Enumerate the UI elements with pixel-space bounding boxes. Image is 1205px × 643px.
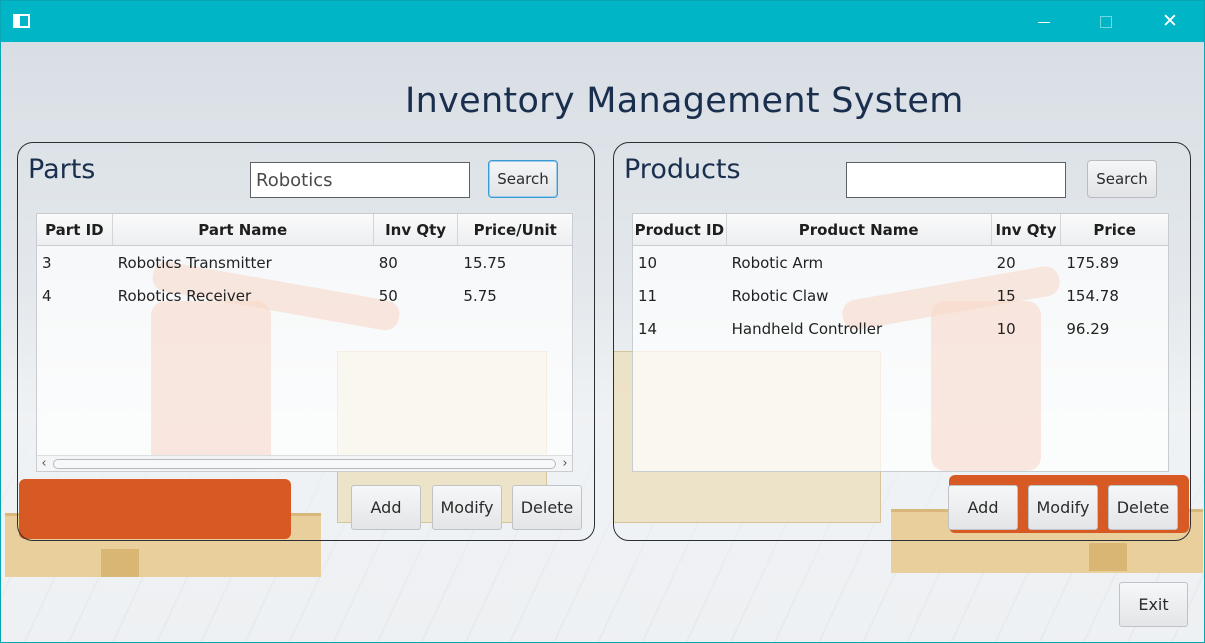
column-header[interactable]: Part ID [37,214,113,245]
table-cell: 154.78 [1066,286,1119,305]
table-cell: 4 [42,286,52,305]
left-pallet-slat [101,549,139,577]
products-panel: Products Search Product ID Product Name … [613,142,1191,541]
table-row[interactable]: 3 Robotics Transmitter 80 15.75 [37,246,572,279]
close-button[interactable]: ✕ [1139,1,1201,42]
products-title: Products [624,154,741,185]
column-header[interactable]: Inv Qty [374,214,459,245]
table-row[interactable]: 10 Robotic Arm 20 175.89 [633,246,1168,279]
table-cell: 5.75 [463,286,497,305]
table-row[interactable]: 4 Robotics Receiver 50 5.75 [37,279,572,312]
parts-search-input[interactable] [250,162,470,198]
table-row[interactable]: 14 Handheld Controller 10 96.29 [633,312,1168,345]
parts-table-header: Part ID Part Name Inv Qty Price/Unit [37,214,572,246]
table-cell: 10 [638,253,658,272]
scroll-left-icon[interactable]: ‹ [37,456,51,471]
table-cell: 80 [378,253,398,272]
minimize-button[interactable] [1013,1,1075,42]
delete-product-button[interactable]: Delete [1108,485,1178,530]
table-cell: Robotics Receiver [117,286,252,305]
table-cell: Handheld Controller [731,319,883,338]
table-cell: Robotic Arm [731,253,824,272]
table-cell: Robotics Transmitter [117,253,272,272]
column-header[interactable]: Part Name [113,214,374,245]
page-title: Inventory Management System [405,81,964,121]
table-cell: 50 [378,286,398,305]
parts-title: Parts [28,154,96,185]
delete-part-button[interactable]: Delete [512,485,582,530]
minimize-icon [1038,22,1050,23]
modify-part-button[interactable]: Modify [432,485,502,530]
app-icon [13,14,30,28]
parts-search-button[interactable]: Search [488,160,558,198]
right-pallet-slat [1089,543,1127,571]
exit-button[interactable]: Exit [1119,582,1188,627]
table-cell: 96.29 [1066,319,1110,338]
modify-product-button[interactable]: Modify [1028,485,1098,530]
table-cell: 15.75 [463,253,507,272]
column-header[interactable]: Inv Qty [992,214,1062,245]
products-search-input[interactable] [846,162,1066,198]
table-cell: 14 [638,319,658,338]
products-table-header: Product ID Product Name Inv Qty Price [633,214,1168,246]
table-row[interactable]: 11 Robotic Claw 15 154.78 [633,279,1168,312]
column-header[interactable]: Price [1061,214,1168,245]
products-table[interactable]: Product ID Product Name Inv Qty Price 10… [632,213,1169,472]
products-search-button[interactable]: Search [1087,160,1157,198]
column-header[interactable]: Product Name [727,214,992,245]
table-cell: 3 [42,253,52,272]
title-bar: ✕ [1,1,1204,42]
add-product-button[interactable]: Add [948,485,1018,530]
horizontal-scrollbar[interactable]: ‹ › [37,455,572,471]
table-cell: 11 [638,286,658,305]
parts-panel: Parts Search Part ID Part Name Inv Qty P… [17,142,595,541]
parts-table[interactable]: Part ID Part Name Inv Qty Price/Unit 3 R… [36,213,573,472]
close-icon: ✕ [1162,10,1178,32]
column-header[interactable]: Product ID [633,214,727,245]
scrollbar-thumb[interactable] [53,459,556,469]
scroll-right-icon[interactable]: › [558,456,572,471]
table-cell: 20 [996,253,1016,272]
add-part-button[interactable]: Add [351,485,421,530]
maximize-button[interactable] [1075,1,1137,42]
app-window: ✕ Inventory Management System Parts Sear… [0,0,1205,643]
table-cell: Robotic Claw [731,286,829,305]
table-cell: 15 [996,286,1016,305]
table-cell: 10 [996,319,1016,338]
column-header[interactable]: Price/Unit [458,214,572,245]
maximize-icon [1100,15,1112,28]
table-cell: 175.89 [1066,253,1119,272]
